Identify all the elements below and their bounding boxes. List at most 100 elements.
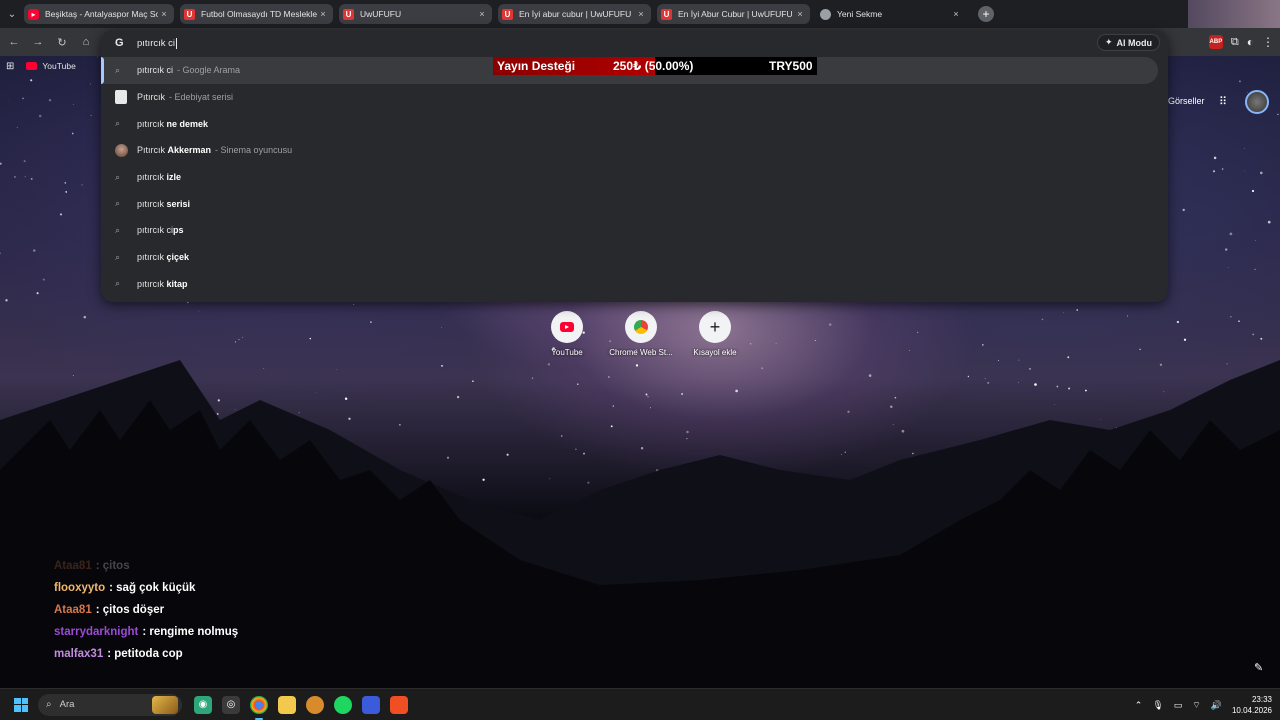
adblock-icon[interactable]: ABP [1208, 35, 1223, 49]
bookmark-youtube[interactable]: YouTube [26, 61, 76, 71]
ai-mode-button[interactable]: ✦ AI Modu [1096, 34, 1160, 51]
new-tab-button[interactable]: + [978, 6, 994, 22]
tab-new-tab[interactable]: Yeni Sekme × [816, 4, 966, 24]
shortcut-youtube[interactable]: YouTube [540, 311, 594, 357]
shortcut-tile [551, 311, 583, 343]
taskbar-search[interactable]: ⌕ Ara [38, 693, 182, 716]
notes-icon[interactable] [362, 695, 380, 714]
suggestion-text: pıtırcık [137, 198, 167, 209]
chat-username: flooxyyto [54, 582, 106, 594]
volume-icon[interactable]: 🔊 [1211, 700, 1222, 711]
suggestion-item[interactable]: Pıtırcık Akkerman - Sinema oyuncusu [101, 137, 1168, 164]
microphone-icon[interactable]: 🎙 [1152, 700, 1163, 711]
suggestion-completion: serisi [166, 198, 191, 209]
chat-text: : çitos [95, 560, 130, 572]
chevron-up-icon[interactable]: ⌃ [1135, 700, 1143, 711]
youtube-icon: ▸ [28, 8, 39, 20]
file-explorer-icon[interactable] [278, 695, 296, 714]
shortcuts-row: YouTube Chrome Web St... + Kısayol ekle [540, 311, 742, 357]
chat-message: Ataa81: çitos döşer [54, 599, 238, 621]
uwufufu-icon: U [343, 8, 354, 20]
google-icon: G [115, 37, 124, 49]
shortcut-label: Kısayol ekle [693, 348, 737, 357]
search-icon: ⌕ [115, 224, 121, 235]
suggestion-completion: çiçek [166, 252, 190, 263]
apps-grid-icon[interactable]: ⊞ [6, 61, 14, 72]
tab-label: En İyi Abur Cubur | UwUFUFU [678, 9, 793, 19]
tab-abur-cubur-1[interactable]: U En İyi abur cubur | UwUFUFU × [498, 4, 651, 24]
close-icon[interactable]: × [950, 9, 962, 19]
suggestion-list: ⌕ pıtırcık ci - Google Arama Pıtırcık - Edeb… [101, 57, 1168, 297]
chat-username: starrydarknight [54, 626, 139, 638]
suggestion-item[interactable]: ⌕ pıtırcık izle [101, 164, 1168, 191]
search-placeholder: Ara [59, 699, 75, 710]
donation-target: TRY500 [769, 59, 813, 73]
chrome-icon[interactable] [250, 695, 268, 720]
chat-message: starrydarknight: rengime nolmuş [54, 621, 238, 643]
close-icon[interactable]: × [635, 9, 647, 19]
chat-username: malfax31 [54, 648, 104, 660]
extensions-icon[interactable]: ⧉ [1231, 36, 1239, 49]
shortcut-label: Chrome Web St... [609, 348, 673, 357]
chat-text: : rengime nolmuş [142, 626, 239, 638]
tab-label: Futbol Olmasaydı TD Meslekler [201, 9, 317, 19]
suggestion-item[interactable]: ⌕ pıtırcık ci ps [101, 217, 1168, 244]
suggestion-item[interactable]: ⌕ pıtırcık serisi [101, 190, 1168, 217]
back-icon[interactable]: ← [2, 30, 26, 54]
suggestion-item[interactable]: ⌕ pıtırcık kitap [101, 271, 1168, 298]
search-icon: ⌕ [115, 198, 121, 209]
windows-start-icon[interactable] [14, 697, 28, 712]
tab-search-button[interactable]: ⌄ [0, 0, 24, 28]
forward-icon[interactable]: → [26, 30, 50, 54]
shortcut-chrome-web-store[interactable]: Chrome Web St... [609, 311, 673, 357]
search-icon: ⌕ [46, 699, 52, 710]
home-icon[interactable]: ⌂ [74, 30, 98, 54]
avatar[interactable] [1245, 90, 1269, 114]
system-tray: ⌃ 🎙 ▭ ⌔ 🔊 23:33 10.04.2026 [1135, 689, 1272, 720]
profile-icon[interactable]: ◐ [1247, 35, 1254, 49]
shortcut-tile [625, 311, 657, 343]
brave-icon[interactable] [390, 695, 408, 714]
monitor-icon[interactable]: ▭ [1174, 700, 1183, 711]
suggestion-text: pıtırcık [137, 172, 167, 183]
omnibox-text[interactable]: pıtırcık ci [137, 38, 175, 49]
omnibox-input[interactable]: G pıtırcık ci ✦ AI Modu [101, 30, 1168, 56]
suggestion-item[interactable]: ⌕ pıtırcık çiçek [101, 244, 1168, 271]
google-apps-icon[interactable]: ⠿ [1219, 95, 1227, 108]
images-link[interactable]: Görseller [1168, 96, 1205, 106]
reload-icon[interactable]: ↻ [50, 30, 74, 54]
close-icon[interactable]: × [158, 9, 170, 19]
chat-username: Ataa81 [54, 560, 92, 572]
suggestion-description: - Sinema oyuncusu [215, 145, 293, 156]
suggestion-item[interactable]: ⌕ pıtırcık ne demek [101, 110, 1168, 137]
clock-date: 10.04.2026 [1231, 706, 1272, 715]
tab-abur-cubur-2[interactable]: U En İyi Abur Cubur | UwUFUFU × [657, 4, 810, 24]
tab-label: En İyi abur cubur | UwUFUFU [519, 9, 632, 19]
chat-message: malfax31: petitoda cop [54, 643, 238, 665]
close-icon[interactable]: × [794, 9, 806, 19]
uwufufu-icon: U [502, 8, 513, 20]
wifi-icon[interactable]: ⌔ [1192, 700, 1200, 711]
discord-icon[interactable]: ◉ [194, 695, 212, 714]
spotify-icon[interactable] [334, 695, 352, 714]
steam-icon[interactable]: ◎ [222, 695, 240, 714]
tab-uwufufu[interactable]: U UwUFUFU × [339, 4, 492, 24]
donation-title: Yayın Desteği [497, 59, 576, 73]
search-highlight-image [152, 695, 178, 714]
close-icon[interactable]: × [317, 9, 329, 19]
clock[interactable]: 23:33 10.04.2026 [1232, 694, 1272, 716]
app-icon[interactable] [306, 695, 324, 714]
edit-pencil-icon[interactable]: ✎ [1254, 661, 1263, 674]
uwufufu-icon: U [661, 8, 672, 20]
chrome-web-store-icon [634, 320, 648, 334]
shortcut-add[interactable]: + Kısayol ekle [688, 311, 742, 357]
tab-futbol[interactable]: U Futbol Olmasaydı TD Meslekler × [180, 4, 333, 24]
suggestion-completion: ps [173, 225, 184, 236]
suggestion-item[interactable]: Pıtırcık - Edebiyat serisi [101, 84, 1168, 111]
text-caret [176, 37, 178, 49]
menu-icon[interactable]: ⋮ [1262, 35, 1274, 49]
search-icon: ⌕ [115, 278, 121, 289]
close-icon[interactable]: × [476, 9, 488, 19]
tab-besiktas[interactable]: ▸ Beşiktaş - Antalyaspor Maç Sor × [24, 4, 174, 24]
window-controls[interactable] [1188, 0, 1280, 28]
